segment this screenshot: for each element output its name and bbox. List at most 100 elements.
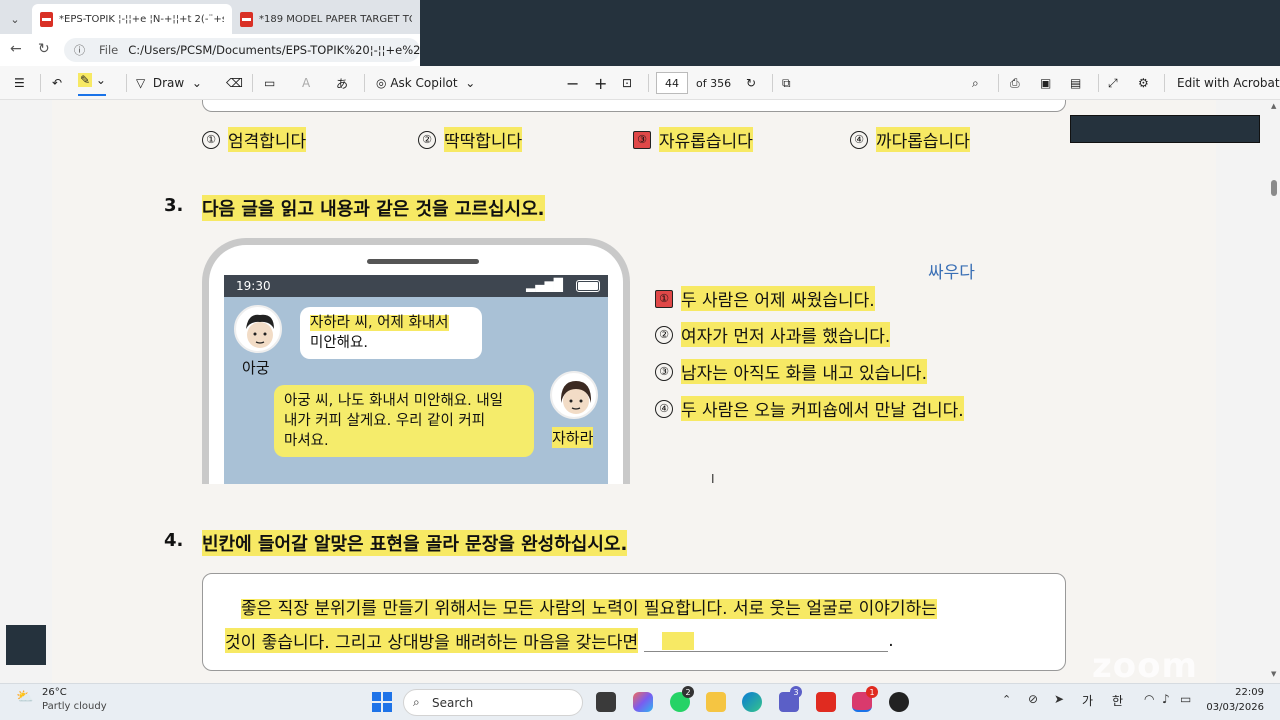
- save-as-icon[interactable]: ▤: [1070, 66, 1081, 100]
- annotation-text: 싸우다: [928, 263, 975, 283]
- aguong-avatar: [234, 305, 282, 353]
- teams-badge: 3: [790, 686, 802, 698]
- draw-icon: ▽: [136, 76, 146, 90]
- acrobat-icon[interactable]: [816, 692, 836, 712]
- q3-option-1[interactable]: ①두 사람은 어제 싸웠습니다.: [655, 286, 875, 311]
- tab-list-button[interactable]: ⌄: [0, 4, 30, 34]
- q2-option-1[interactable]: ① 엄격합니다: [202, 127, 307, 152]
- phone-screen: 19:30 ▂▄▆█ ◠ 아궁 자하라 씨, 어제 화내서 미안해요. 아궁 씨…: [224, 275, 608, 484]
- print-icon[interactable]: ⎙: [1010, 66, 1020, 100]
- scroll-up-icon[interactable]: ▲: [1271, 102, 1276, 110]
- text-cursor-icon: I: [711, 472, 715, 486]
- q4-prompt: 빈칸에 들어갈 알맞은 표현을 골라 문장을 완성하십시오.: [202, 530, 628, 556]
- pdf-icon: [40, 11, 53, 27]
- translate-icon[interactable]: あ: [336, 66, 348, 100]
- zoom-in-icon[interactable]: +: [594, 66, 607, 100]
- scrollbar-thumb[interactable]: [1271, 180, 1277, 196]
- q3-option-4[interactable]: ④두 사람은 오늘 커피숍에서 만날 겁니다.: [655, 396, 964, 421]
- q3-number: 3.: [164, 195, 184, 216]
- draw-button[interactable]: ▽ Draw ⌄: [136, 66, 202, 100]
- aguong-name: 아궁: [242, 359, 270, 377]
- ime-mode[interactable]: 가: [1082, 692, 1093, 709]
- location-icon[interactable]: ➤: [1054, 692, 1064, 706]
- media-player-icon[interactable]: [889, 692, 909, 712]
- pdf-viewport: ① 엄격합니다 ② 딱딱합니다 ③ 자유롭습니다 ④ 까다롭습니다 3. 다음 글을 읽…: [0, 100, 1268, 683]
- q3-prompt: 다음 글을 읽고 내용과 같은 것을 고르십시오.: [202, 195, 545, 221]
- clock-date[interactable]: 03/03/2026: [1206, 702, 1264, 713]
- expand-icon[interactable]: ⤢: [1108, 66, 1118, 100]
- ime-language[interactable]: 한: [1112, 692, 1123, 709]
- wifi-icon[interactable]: ◠: [1144, 692, 1154, 706]
- taskbar-search[interactable]: ⌕ Search: [403, 689, 583, 716]
- zoom-badge: 1: [866, 686, 878, 698]
- phone-illustration: 19:30 ▂▄▆█ ◠ 아궁 자하라 씨, 어제 화내서 미안해요. 아궁 씨…: [202, 238, 630, 484]
- q2-option-2[interactable]: ② 딱딱합니다: [418, 127, 523, 152]
- tab-eps-topik[interactable]: *EPS-TOPIK ¦-¦¦+e ¦Ñ-+¦¦+t 2(-¨+s+ ×: [32, 4, 232, 34]
- tab-model-paper[interactable]: *189 MODEL PAPER TARGET TO K ×: [232, 4, 420, 34]
- text-size-icon[interactable]: A: [302, 66, 310, 100]
- search-icon[interactable]: ⌕: [972, 66, 979, 100]
- weather-desc: Partly cloudy: [42, 701, 107, 712]
- q4-line-1: 좋은 직장 분위기를 만들기 위해서는 모든 사람의 노력이 필요합니다. 서로…: [241, 599, 937, 619]
- previous-question-box: [202, 100, 1066, 112]
- answer-blank[interactable]: [644, 630, 889, 652]
- tray-chevron-icon[interactable]: ⌃: [1002, 693, 1011, 706]
- fit-page-icon[interactable]: ⊡: [622, 66, 632, 100]
- pdf-page: ① 엄격합니다 ② 딱딱합니다 ③ 자유롭습니다 ④ 까다롭습니다 3. 다음 글을 읽…: [52, 100, 1216, 683]
- taskbar: ⛅ 26°C Partly cloudy ⌕ Search 2 3 1 ⌃ ⊘ …: [0, 683, 1280, 720]
- chevron-down-icon: ⌄: [10, 12, 20, 26]
- edge-icon[interactable]: [742, 692, 762, 712]
- message-bubble-zahara: 아궁 씨, 나도 화내서 미안해요. 내일 내가 커피 살게요. 우리 같이 커…: [274, 385, 534, 457]
- refresh-icon[interactable]: ↻: [38, 41, 50, 57]
- camera-off-icon[interactable]: ⊘: [1028, 692, 1038, 706]
- page-number-input[interactable]: 44: [656, 72, 688, 94]
- ask-copilot-button[interactable]: ◎ Ask Copilot ⌄: [376, 66, 475, 100]
- volume-icon[interactable]: ♪: [1162, 692, 1170, 706]
- battery-icon: [576, 280, 600, 292]
- settings-icon[interactable]: ⚙: [1138, 66, 1149, 100]
- zahara-avatar: [550, 371, 598, 419]
- copilot-icon: ◎: [376, 76, 387, 90]
- whatsapp-badge: 2: [682, 686, 694, 698]
- windows-start-icon[interactable]: [372, 692, 392, 712]
- contents-icon[interactable]: ☰: [14, 66, 25, 100]
- q4-number: 4.: [164, 530, 184, 551]
- text-box-icon[interactable]: ▭: [264, 66, 275, 100]
- search-icon: ⌕: [413, 695, 420, 709]
- undo-icon[interactable]: ↶: [52, 66, 62, 100]
- back-icon[interactable]: ←: [10, 41, 22, 57]
- dark-overlay-small: [6, 625, 46, 665]
- info-icon: ⓘ: [74, 44, 85, 57]
- highlight-icon[interactable]: ✎ ⌄: [78, 66, 106, 96]
- dark-overlay: [420, 0, 1280, 72]
- pdf-toolbar: ☰ ↶ ✎ ⌄ ▽ Draw ⌄ ⌫ ▭ A あ ◎ Ask Copilot ⌄…: [0, 66, 1280, 100]
- url-field[interactable]: ⓘ File C:/Users/PCSM/Documents/EPS-TOPIK…: [64, 38, 420, 62]
- file-explorer-icon[interactable]: [706, 692, 726, 712]
- q3-option-2[interactable]: ② 여자가 먼저 사과를 했습니다.: [655, 322, 891, 347]
- battery-icon[interactable]: ▭: [1180, 692, 1191, 706]
- save-icon[interactable]: ▣: [1040, 66, 1051, 100]
- zoom-out-icon[interactable]: −: [566, 66, 579, 100]
- eraser-icon[interactable]: ⌫: [226, 66, 243, 100]
- weather-temp: 26°C: [42, 687, 67, 698]
- zahara-name: 자하라: [552, 427, 594, 448]
- page-view-icon[interactable]: ⧉: [782, 66, 791, 100]
- q2-option-3[interactable]: ③ 자유롭습니다: [633, 127, 753, 152]
- rotate-icon[interactable]: ↻: [746, 66, 756, 100]
- address-bar: ← ↻ ⓘ File C:/Users/PCSM/Documents/EPS-T…: [0, 34, 420, 66]
- app-window: ⌄ *EPS-TOPIK ¦-¦¦+e ¦Ñ-+¦¦+t 2(-¨+s+ × *…: [0, 0, 1280, 720]
- edit-with-acrobat-button[interactable]: Edit with Acrobat: [1177, 66, 1280, 100]
- scroll-down-icon[interactable]: ▼: [1271, 670, 1276, 678]
- scrollbar[interactable]: ▲ ▼: [1268, 100, 1280, 683]
- q3-option-3[interactable]: ③ 남자는 아직도 화를 내고 있습니다.: [655, 359, 927, 384]
- task-view-icon[interactable]: [596, 692, 616, 712]
- phone-speaker: [367, 259, 479, 264]
- pdf-icon: [240, 11, 253, 27]
- wifi-icon: ◠: [552, 277, 564, 292]
- clock-time[interactable]: 22:09: [1212, 687, 1264, 698]
- page-total: of 356: [696, 76, 732, 90]
- copilot-app-icon[interactable]: [633, 692, 653, 712]
- q2-option-4[interactable]: ④ 까다롭습니다: [850, 127, 970, 152]
- phone-status-bar: 19:30 ▂▄▆█ ◠: [224, 275, 608, 297]
- weather-icon[interactable]: ⛅: [16, 689, 33, 705]
